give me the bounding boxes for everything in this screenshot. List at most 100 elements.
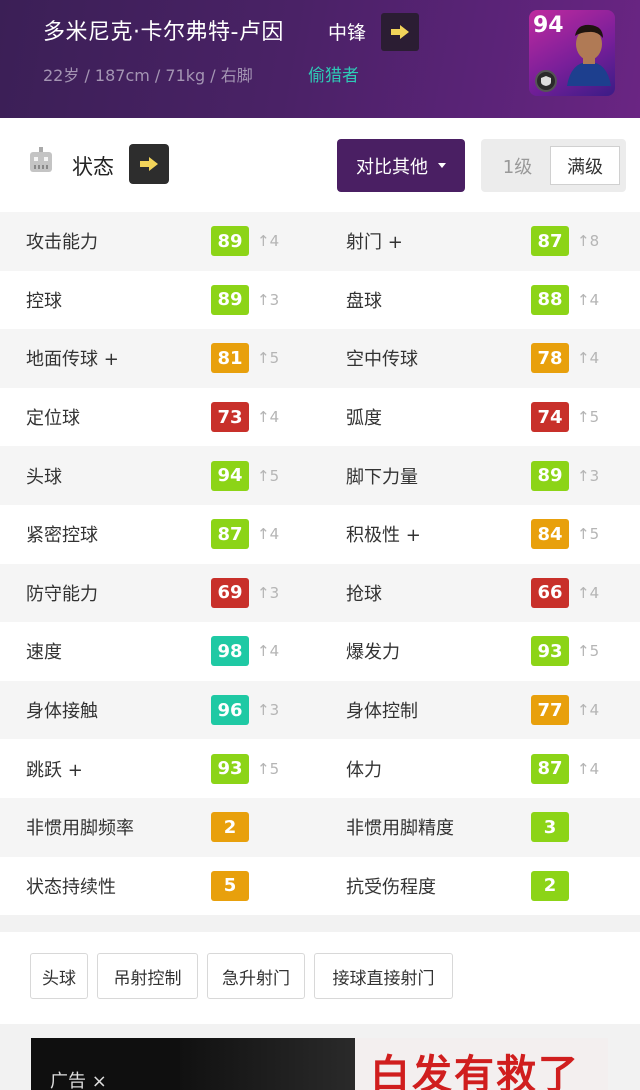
stat-row: 定位球 73 ↑4 弧度 74 ↑5 — [0, 387, 640, 447]
stat-label: 跳跃 + — [26, 759, 83, 781]
stat-increase: ↑3 — [577, 466, 600, 485]
stat-value-badge: 96 — [211, 695, 249, 726]
club-badge-icon — [535, 70, 557, 92]
stat-row: 地面传球 + 81 ↑5 空中传球 78 ↑4 — [0, 329, 640, 388]
skill-tag[interactable]: 头球 — [30, 953, 88, 999]
stat-increase: ↑5 — [257, 759, 280, 778]
status-arrow-button[interactable] — [129, 144, 169, 184]
stat-label: 身体控制 — [346, 701, 418, 723]
skill-tag[interactable]: 接球直接射门 — [314, 953, 453, 999]
stat-value-badge: 81 — [211, 343, 249, 374]
arrow-right-icon — [391, 25, 409, 39]
ad-image — [180, 1038, 355, 1090]
stat-label: 弧度 — [346, 408, 382, 430]
position-arrow-button[interactable] — [381, 13, 419, 51]
player-card[interactable]: 94 — [529, 10, 615, 96]
player-position: 中锋 — [328, 22, 367, 44]
stat-value-badge: 87 — [531, 226, 569, 257]
stat-label: 脚下力量 — [346, 466, 418, 488]
stat-label: 体力 — [346, 759, 382, 781]
stat-value-badge: 87 — [211, 519, 249, 550]
stat-value-badge: 74 — [531, 402, 569, 433]
stat-label: 身体接触 — [26, 701, 98, 723]
stat-value-badge: 94 — [211, 460, 249, 491]
stat-increase: ↑4 — [257, 408, 280, 427]
stat-label: 爆发力 — [346, 642, 400, 664]
stat-row: 跳跃 + 93 ↑5 体力 87 ↑4 — [0, 739, 640, 798]
stat-value-badge: 3 — [531, 812, 569, 843]
stat-value-badge: 98 — [211, 636, 249, 667]
stat-value-badge: 93 — [531, 636, 569, 667]
stat-increase: ↑5 — [577, 642, 600, 661]
stat-increase: ↑4 — [257, 525, 280, 544]
ad-close-label[interactable]: 广告 × — [50, 1067, 107, 1090]
player-header: 多米尼克·卡尔弗特-卢因 中锋 22岁 / 187cm / 71kg / 右脚 … — [0, 0, 640, 118]
level-max-button[interactable]: 满级 — [550, 146, 620, 185]
stat-value-badge: 88 — [531, 284, 569, 315]
stat-label: 控球 — [26, 290, 62, 312]
stat-increase: ↑3 — [257, 583, 280, 602]
stat-value-badge: 2 — [531, 870, 569, 901]
card-rating: 94 — [533, 13, 564, 38]
stat-value-badge: 87 — [531, 753, 569, 784]
stat-row: 状态持续性 5 抗受伤程度 2 — [0, 856, 640, 916]
skill-tag[interactable]: 急升射门 — [207, 953, 305, 999]
stat-row: 控球 89 ↑3 盘球 88 ↑4 — [0, 270, 640, 330]
stat-increase: ↑4 — [577, 701, 600, 720]
stat-increase: ↑4 — [577, 349, 600, 368]
stat-label: 状态持续性 — [26, 876, 116, 898]
stat-increase: ↑5 — [577, 525, 600, 544]
compare-dropdown-button[interactable]: 对比其他 — [337, 139, 465, 192]
stat-increase: ↑3 — [257, 290, 280, 309]
stat-label: 攻击能力 — [26, 232, 98, 254]
stat-label: 头球 — [26, 466, 62, 488]
stat-increase: ↑5 — [577, 408, 600, 427]
stat-label: 空中传球 — [346, 349, 418, 371]
stat-value-badge: 89 — [531, 460, 569, 491]
stat-row: 非惯用脚频率 2 非惯用脚精度 3 — [0, 797, 640, 857]
status-title: 状态 — [72, 155, 114, 179]
stat-label: 抗受伤程度 — [346, 876, 436, 898]
stat-label: 防守能力 — [26, 583, 98, 605]
stat-value-badge: 5 — [211, 870, 249, 901]
arrow-right-icon — [140, 157, 158, 171]
play-style-link[interactable]: 偷猎者 — [308, 61, 359, 86]
stat-value-badge: 78 — [531, 343, 569, 374]
stat-label: 非惯用脚精度 — [346, 818, 454, 840]
level-1-button[interactable]: 1级 — [490, 146, 545, 185]
stat-increase: ↑4 — [257, 232, 280, 251]
player-info: 22岁 / 187cm / 71kg / 右脚 — [43, 66, 253, 85]
stat-value-badge: 93 — [211, 753, 249, 784]
player-name: 多米尼克·卡尔弗特-卢因 — [43, 20, 284, 45]
stat-increase: ↑3 — [257, 701, 280, 720]
stat-label: 抢球 — [346, 583, 382, 605]
stat-value-badge: 89 — [211, 284, 249, 315]
stat-label: 定位球 — [26, 408, 80, 430]
stat-value-badge: 77 — [531, 695, 569, 726]
stat-value-badge: 84 — [531, 519, 569, 550]
stat-increase: ↑5 — [257, 466, 280, 485]
compare-label: 对比其他 — [356, 156, 428, 178]
stat-increase: ↑4 — [577, 290, 600, 309]
stat-label: 盘球 — [346, 290, 382, 312]
stat-label: 射门 + — [346, 232, 403, 254]
stat-label: 非惯用脚频率 — [26, 818, 134, 840]
stat-increase: ↑4 — [577, 583, 600, 602]
stat-label: 积极性 + — [346, 525, 421, 547]
stat-row: 身体接触 96 ↑3 身体控制 77 ↑4 — [0, 680, 640, 740]
stat-value-badge: 69 — [211, 577, 249, 608]
caret-down-icon — [438, 163, 446, 168]
stat-value-badge: 73 — [211, 402, 249, 433]
stat-increase: ↑4 — [257, 642, 280, 661]
skill-tag[interactable]: 吊射控制 — [97, 953, 198, 999]
stat-row: 头球 94 ↑5 脚下力量 89 ↑3 — [0, 446, 640, 505]
stat-row: 速度 98 ↑4 爆发力 93 ↑5 — [0, 622, 640, 681]
stat-row: 防守能力 69 ↑3 抢球 66 ↑4 — [0, 563, 640, 623]
player-portrait-icon — [567, 24, 611, 86]
stats-table: 攻击能力 89 ↑4 射门 + 87 ↑8 控球 89 ↑3 盘球 88 ↑4 地面传球 + 81 ↑5 空中… — [0, 212, 640, 916]
stat-value-badge: 89 — [211, 226, 249, 257]
stat-label: 紧密控球 — [26, 525, 98, 547]
stat-increase: ↑4 — [577, 759, 600, 778]
stat-value-badge: 66 — [531, 577, 569, 608]
stat-label: 速度 — [26, 642, 62, 664]
